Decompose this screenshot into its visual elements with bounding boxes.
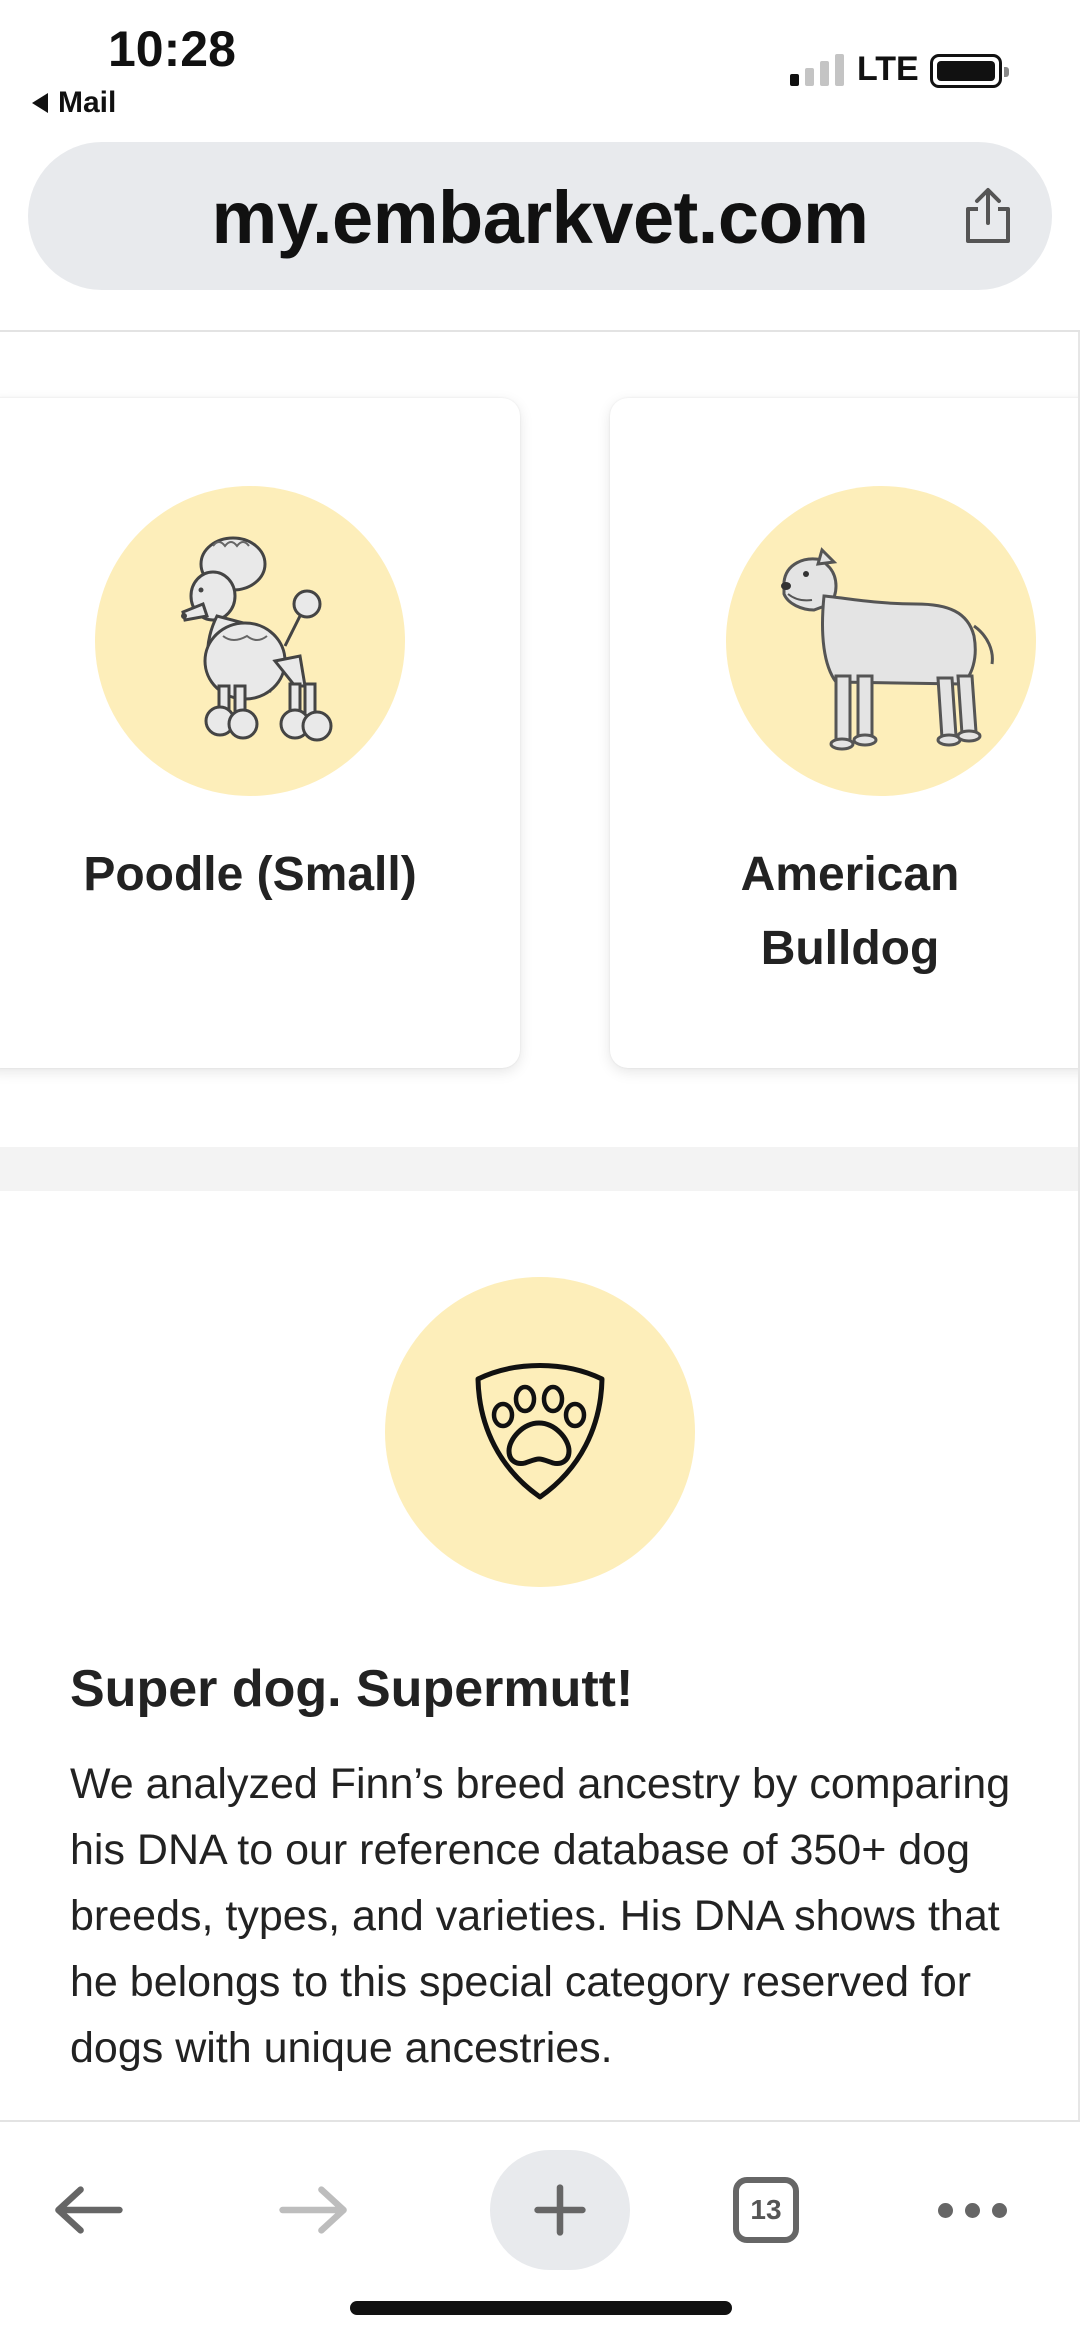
more-dots-icon <box>937 2202 1007 2218</box>
breed-name: American Bulldog <box>740 848 960 975</box>
more-menu-button[interactable] <box>912 2150 1032 2270</box>
back-app-label: Mail <box>58 86 117 119</box>
breed-carousel[interactable]: Poodle (Small) American Bulldog <box>0 332 1080 1147</box>
battery-icon <box>930 54 1009 88</box>
network-type: LTE <box>857 50 919 88</box>
status-bar: 10:28 Mail LTE <box>0 0 1080 135</box>
new-tab-button[interactable] <box>490 2150 630 2270</box>
section-separator <box>0 1147 1080 1191</box>
back-to-mail-button[interactable]: Mail <box>32 86 116 120</box>
back-triangle-icon <box>32 93 48 113</box>
supermutt-title: Super dog. Supermutt! <box>70 1660 634 1718</box>
supermutt-description: We analyzed Finn’s breed ancestry by com… <box>70 1760 1011 2072</box>
home-indicator[interactable] <box>350 2301 732 2315</box>
forward-button[interactable] <box>254 2150 374 2270</box>
plus-icon <box>534 2184 586 2236</box>
cellular-signal-icon <box>790 52 844 86</box>
shield-paw-icon <box>385 1277 695 1587</box>
tabs-button[interactable]: 13 <box>706 2150 826 2270</box>
tabs-count-icon: 13 <box>733 2177 799 2243</box>
back-button[interactable] <box>28 2150 148 2270</box>
breed-name: Poodle (Small) <box>83 848 417 901</box>
arrow-left-icon <box>55 2186 123 2234</box>
breed-card-american-bulldog[interactable]: American Bulldog <box>610 398 1080 1068</box>
url-text[interactable]: my.embarkvet.com <box>28 175 1052 260</box>
breed-card-poodle[interactable]: Poodle (Small) <box>0 398 520 1068</box>
status-time: 10:28 <box>108 21 236 77</box>
share-icon[interactable] <box>960 187 1016 245</box>
address-bar[interactable]: my.embarkvet.com <box>28 142 1052 290</box>
american-bulldog-icon <box>726 486 1036 796</box>
poodle-icon <box>95 486 405 796</box>
arrow-right-icon <box>279 2186 347 2234</box>
supermutt-section: Super dog. Supermutt! We analyzed Finn’s… <box>0 1191 1080 2121</box>
